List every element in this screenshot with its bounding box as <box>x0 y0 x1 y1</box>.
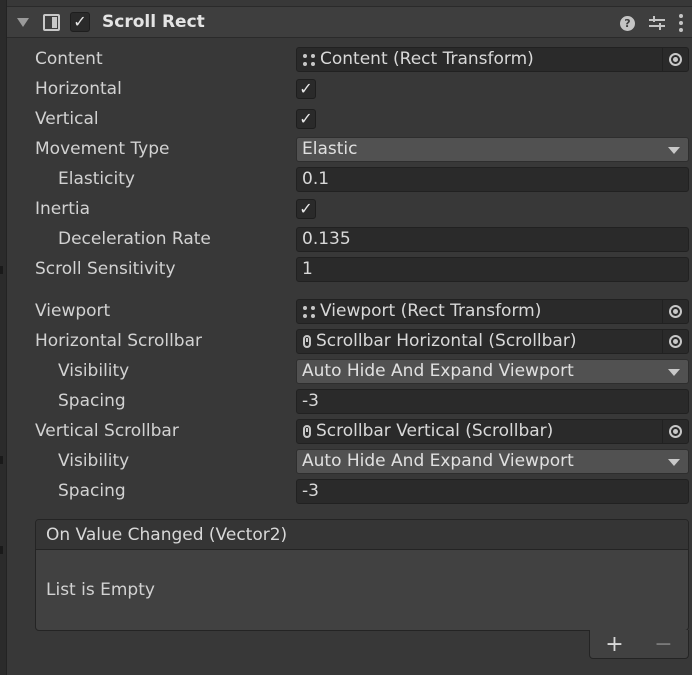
vertical-scrollbar-row: Vertical Scrollbar Scrollbar Vertical (S… <box>7 416 692 446</box>
movement-type-row: Movement Type Elastic <box>7 134 692 164</box>
scroll-sensitivity-row: Scroll Sensitivity 1 <box>7 254 692 284</box>
dropdown-arrow-icon <box>668 459 680 466</box>
gutter-mark <box>0 546 3 554</box>
content-row: Content Content (Rect Transform) <box>7 44 692 74</box>
event-list-footer: + − <box>589 630 689 659</box>
horizontal-visibility-dropdown[interactable]: Auto Hide And Expand Viewport <box>296 359 689 384</box>
object-picker-icon[interactable] <box>662 330 688 353</box>
dropdown-arrow-icon <box>668 369 680 376</box>
vertical-visibility-label: Visibility <box>58 451 130 471</box>
object-picker-icon[interactable] <box>662 420 688 443</box>
more-options-icon[interactable] <box>679 14 683 32</box>
add-listener-button[interactable]: + <box>605 632 623 657</box>
deceleration-rate-row: Deceleration Rate 0.135 <box>7 224 692 254</box>
scroll-sensitivity-label[interactable]: Scroll Sensitivity <box>35 254 176 284</box>
horizontal-spacing-input[interactable]: -3 <box>296 389 689 414</box>
vertical-label: Vertical <box>35 109 99 129</box>
vertical-spacing-input[interactable]: -3 <box>296 479 689 504</box>
scroll-rect-inspector: ✓ Scroll Rect ? Content Content (Rect Tr… <box>6 0 692 675</box>
gutter-mark <box>0 266 3 274</box>
viewport-label: Viewport <box>35 301 111 321</box>
elasticity-label[interactable]: Elasticity <box>58 164 135 194</box>
event-empty-text: List is Empty <box>46 580 155 600</box>
vertical-visibility-dropdown[interactable]: Auto Hide And Expand Viewport <box>296 449 689 474</box>
scrollbar-icon <box>303 335 311 348</box>
horizontal-scrollbar-label: Horizontal Scrollbar <box>35 331 203 351</box>
help-icon[interactable]: ? <box>620 15 635 31</box>
presets-icon[interactable] <box>649 16 665 30</box>
content-value: Content (Rect Transform) <box>320 49 534 69</box>
elasticity-row: Elasticity 0.1 <box>7 164 692 194</box>
event-title: On Value Changed (Vector2) <box>36 520 688 550</box>
vertical-row: Vertical ✓ <box>7 104 692 134</box>
horizontal-label: Horizontal <box>35 79 122 99</box>
component-header[interactable]: ✓ Scroll Rect ? <box>7 6 692 38</box>
horizontal-scrollbar-object-field[interactable]: Scrollbar Horizontal (Scrollbar) <box>296 329 689 354</box>
viewport-value: Viewport (Rect Transform) <box>320 301 542 321</box>
component-enabled-checkbox[interactable]: ✓ <box>70 12 90 32</box>
horizontal-visibility-value: Auto Hide And Expand Viewport <box>302 361 574 381</box>
vertical-spacing-label[interactable]: Spacing <box>58 476 126 506</box>
horizontal-row: Horizontal ✓ <box>7 74 692 104</box>
foldout-arrow-icon[interactable] <box>17 17 29 27</box>
vertical-visibility-value: Auto Hide And Expand Viewport <box>302 451 574 471</box>
on-value-changed-event: On Value Changed (Vector2) List is Empty <box>35 519 689 631</box>
rect-transform-icon <box>303 53 315 66</box>
deceleration-rate-label[interactable]: Deceleration Rate <box>58 224 211 254</box>
horizontal-checkbox[interactable]: ✓ <box>296 79 316 99</box>
horizontal-scrollbar-value: Scrollbar Horizontal (Scrollbar) <box>316 331 577 351</box>
movement-type-value: Elastic <box>302 139 358 159</box>
horizontal-visibility-row: Visibility Auto Hide And Expand Viewport <box>7 356 692 386</box>
remove-listener-button[interactable]: − <box>654 632 672 657</box>
horizontal-spacing-row: Spacing -3 <box>7 386 692 416</box>
movement-type-dropdown[interactable]: Elastic <box>296 137 689 162</box>
inertia-row: Inertia ✓ <box>7 194 692 224</box>
viewport-object-field[interactable]: Viewport (Rect Transform) <box>296 299 689 324</box>
vertical-spacing-row: Spacing -3 <box>7 476 692 506</box>
content-object-field[interactable]: Content (Rect Transform) <box>296 47 689 72</box>
inertia-label: Inertia <box>35 199 91 219</box>
vertical-scrollbar-label: Vertical Scrollbar <box>35 421 179 441</box>
scrollbar-icon <box>303 425 311 438</box>
component-title: Scroll Rect <box>102 12 205 32</box>
inertia-checkbox[interactable]: ✓ <box>296 199 316 219</box>
scroll-sensitivity-input[interactable]: 1 <box>296 257 689 282</box>
content-label: Content <box>35 49 103 69</box>
horizontal-spacing-label[interactable]: Spacing <box>58 386 126 416</box>
rect-transform-icon <box>303 305 315 318</box>
dropdown-arrow-icon <box>668 147 680 154</box>
gutter-mark <box>0 456 3 464</box>
horizontal-visibility-label: Visibility <box>58 361 130 381</box>
viewport-row: Viewport Viewport (Rect Transform) <box>7 296 692 326</box>
vertical-checkbox[interactable]: ✓ <box>296 109 316 129</box>
elasticity-input[interactable]: 0.1 <box>296 167 689 192</box>
object-picker-icon[interactable] <box>662 300 688 323</box>
vertical-scrollbar-value: Scrollbar Vertical (Scrollbar) <box>316 421 554 441</box>
scroll-rect-component-icon <box>43 13 60 31</box>
movement-type-label: Movement Type <box>35 139 170 159</box>
deceleration-rate-input[interactable]: 0.135 <box>296 227 689 252</box>
vertical-visibility-row: Visibility Auto Hide And Expand Viewport <box>7 446 692 476</box>
vertical-scrollbar-object-field[interactable]: Scrollbar Vertical (Scrollbar) <box>296 419 689 444</box>
object-picker-icon[interactable] <box>662 48 688 71</box>
horizontal-scrollbar-row: Horizontal Scrollbar Scrollbar Horizonta… <box>7 326 692 356</box>
